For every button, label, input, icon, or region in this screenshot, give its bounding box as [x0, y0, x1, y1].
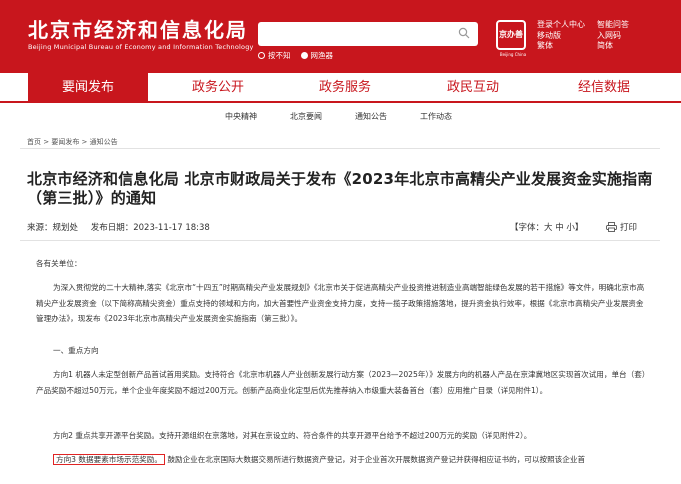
- site-subtitle: Beijing Municipal Bureau of Economy and …: [28, 43, 254, 51]
- radio-unchecked-icon[interactable]: [300, 52, 308, 59]
- link-traditional[interactable]: 繁体: [537, 41, 585, 52]
- paragraph-direction-2: 方向2 重点共享开源平台奖励。支持开源组织在京落地，对其在京设立的、符合条件的共…: [53, 431, 532, 440]
- article-date: 发布日期：2023-11-17 18:38: [90, 223, 210, 233]
- header-links-right: 智能问答 入网码 简体: [597, 20, 629, 52]
- search-option-web-label: 网渔器: [310, 51, 334, 60]
- paragraph-direction-3: 方向3 数据要素市场示范奖励。 鼓励企业在北京国际大数据交易所进行数据资产登记，…: [36, 452, 648, 468]
- printer-icon: [606, 222, 617, 232]
- subnav-beijing-news[interactable]: 北京要闻: [290, 111, 322, 122]
- search-scope-options: 按不知 网渔器: [258, 50, 343, 61]
- seal-caption: Beijing China: [499, 52, 527, 57]
- search-option-web[interactable]: 网渔器: [300, 50, 334, 61]
- article-source: 来源：规划处: [27, 223, 79, 233]
- nav-gov-affairs-open[interactable]: 政务公开: [163, 73, 273, 103]
- subnav-central-spirit[interactable]: 中央精神: [225, 111, 257, 122]
- paragraph-direction-1: 方向1 机器人未定型创新产品首试首用奖励。支持符合《北京市机器人产业创新发展行动…: [36, 370, 646, 395]
- print-button[interactable]: 打印: [606, 221, 637, 233]
- paragraph-intro: 为深入贯彻党的二十大精神,落实《北京市“十四五”时期高精尖产业发展规划》《北京市…: [36, 283, 645, 323]
- article-meta: 来源：规划处 发布日期：2023-11-17 18:38: [27, 221, 220, 233]
- nav-interaction[interactable]: 政民互动: [418, 73, 528, 103]
- article-title: 北京市经济和信息化局 北京市财政局关于发布《2023年北京市高精尖产业发展资金实…: [27, 170, 653, 207]
- link-simplified[interactable]: 简体: [597, 41, 629, 52]
- search-input[interactable]: [258, 22, 478, 46]
- greeting: 各有关单位：: [36, 259, 82, 268]
- link-network-code[interactable]: 入网码: [597, 31, 629, 42]
- link-mobile[interactable]: 移动版: [537, 31, 585, 42]
- breadcrumb[interactable]: 首页 > 要闻发布 > 通知公告: [27, 137, 118, 147]
- radio-checked-icon[interactable]: [258, 52, 265, 59]
- site-title[interactable]: 北京市经济和信息化局: [28, 14, 248, 43]
- nav-gov-services[interactable]: 政务服务: [290, 73, 400, 103]
- main-nav: 要闻发布 政务公开 政务服务 政民互动 经信数据: [0, 73, 681, 103]
- font-size-controls[interactable]: 【字体：大 中 小】: [510, 221, 583, 233]
- search-option-site-label: 按不知: [268, 51, 291, 60]
- subnav-work-updates[interactable]: 工作动态: [420, 111, 452, 122]
- seal-logo[interactable]: 京办善: [496, 20, 526, 50]
- highlighted-phrase: 方向3 数据要素市场示范奖励。: [53, 454, 165, 465]
- site-header: 北京市经济和信息化局 Beijing Municipal Bureau of E…: [0, 0, 681, 73]
- divider: [20, 240, 660, 241]
- header-links-left: 登录个人中心 移动版 繁体: [537, 20, 585, 52]
- print-label: 打印: [620, 223, 638, 233]
- link-smart-qa[interactable]: 智能问答: [597, 20, 629, 31]
- search-icon[interactable]: [458, 27, 470, 39]
- section-heading: 一、重点方向: [53, 346, 99, 355]
- divider: [20, 148, 660, 149]
- sub-nav: 中央精神 北京要闻 通知公告 工作动态: [0, 107, 681, 127]
- nav-news[interactable]: 要闻发布: [28, 73, 148, 103]
- subnav-notices[interactable]: 通知公告: [355, 111, 387, 122]
- search-option-site[interactable]: 按不知: [258, 50, 291, 61]
- link-personal-center[interactable]: 登录个人中心: [537, 20, 585, 31]
- paragraph-direction-3-text: 鼓励企业在北京国际大数据交易所进行数据资产登记，对于企业首次开展数据资产登记并获…: [167, 455, 586, 464]
- nav-data[interactable]: 经信数据: [549, 73, 659, 103]
